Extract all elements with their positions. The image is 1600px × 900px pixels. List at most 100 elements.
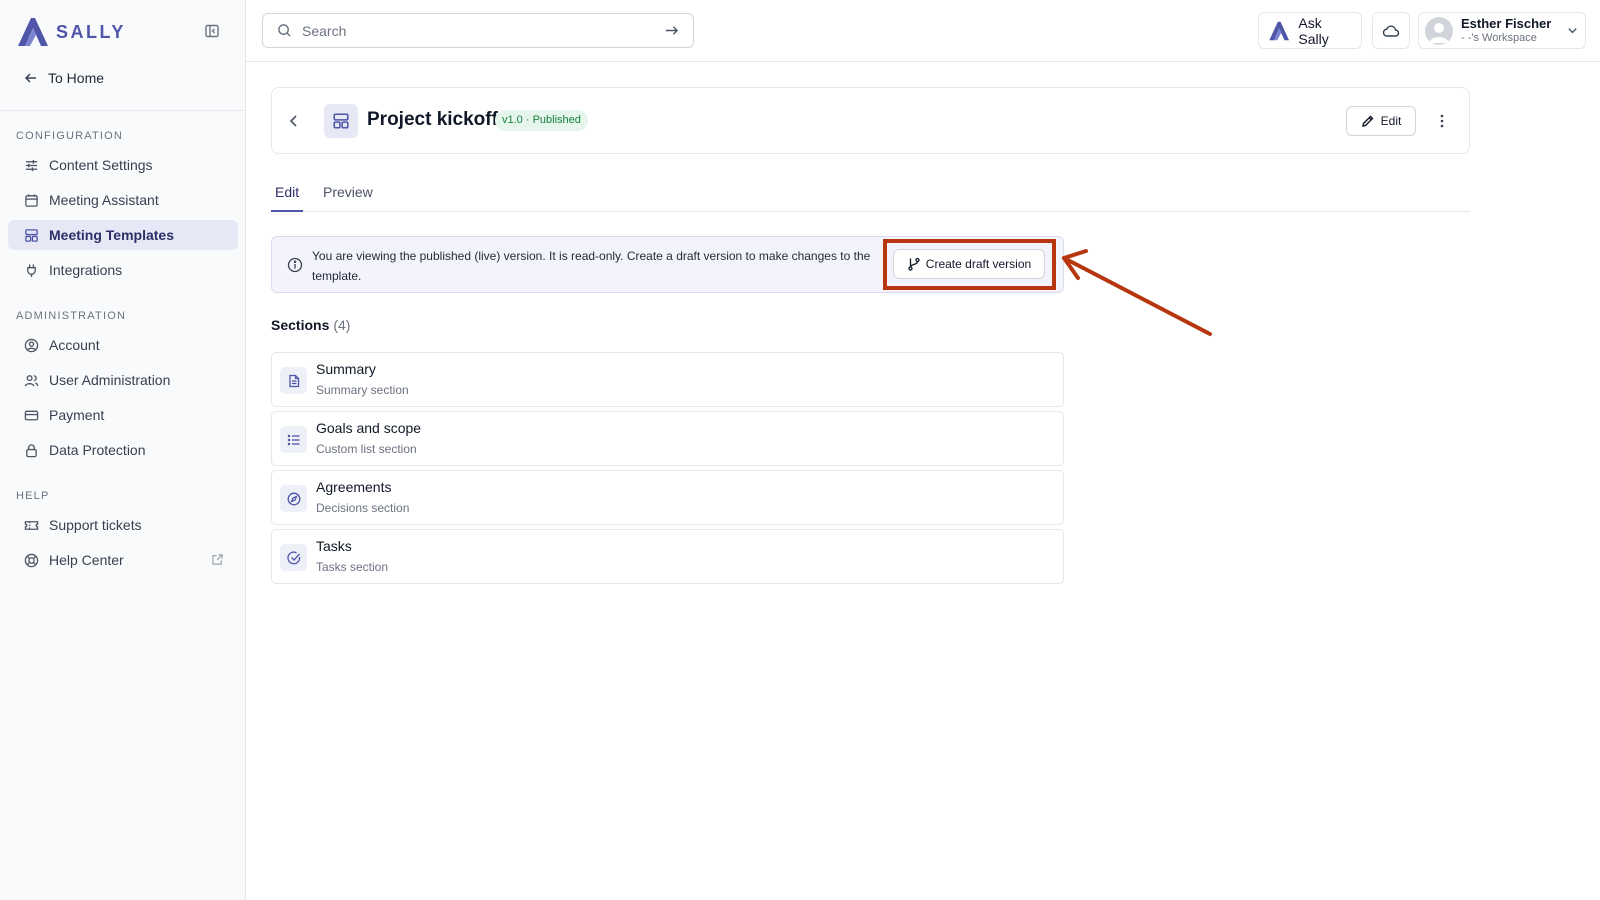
sidebar-item-integrations[interactable]: Integrations: [8, 255, 238, 285]
section-subtitle: Summary section: [316, 383, 409, 397]
credit-card-icon: [24, 410, 39, 420]
section-item-tasks[interactable]: Tasks Tasks section: [271, 529, 1064, 584]
status-badge: v1.0 · Published: [495, 110, 588, 131]
user-icon: [1429, 22, 1449, 43]
user-menu[interactable]: Esther Fischer - -'s Workspace: [1418, 12, 1586, 49]
cloud-icon: [1382, 25, 1400, 37]
edit-label: Edit: [1380, 114, 1402, 128]
sidebar-item-label: Account: [49, 337, 100, 353]
search-icon: [278, 24, 291, 37]
nav-heading: HELP: [16, 490, 50, 502]
check-circle-icon: [280, 544, 307, 571]
sidebar-item-account[interactable]: Account: [8, 330, 238, 360]
sidebar-item-user-administration[interactable]: User Administration: [8, 365, 238, 395]
section-subtitle: Tasks section: [316, 560, 389, 574]
nav-group-help: HELP Support tickets Help Center: [8, 488, 238, 580]
back-button[interactable]: [284, 111, 304, 131]
sally-logo[interactable]: SALLY: [16, 16, 126, 48]
sections-heading: Sections (4): [271, 317, 350, 333]
section-list: Summary Summary section Goals and scope …: [271, 352, 1064, 588]
life-buoy-icon: [24, 553, 39, 567]
chevron-down-icon: [1568, 28, 1577, 34]
search-box[interactable]: [262, 13, 694, 48]
annotation-highlight-box: [883, 239, 1056, 290]
section-item-goals-and-scope[interactable]: Goals and scope Custom list section: [271, 411, 1064, 466]
top-bar: Ask Sally Esther Fischer - -'s Workspace: [246, 0, 1600, 62]
calendar-icon: [25, 193, 38, 207]
sally-logo-icon: [1269, 21, 1290, 40]
sections-title: Sections: [271, 317, 330, 333]
list-icon: [280, 426, 307, 453]
user-circle-icon: [24, 338, 39, 352]
sidebar-item-label: Content Settings: [49, 157, 153, 173]
sync-cloud-button[interactable]: [1372, 12, 1410, 49]
layout-template-icon: [324, 104, 358, 138]
collapse-sidebar-icon[interactable]: [204, 23, 224, 43]
nav-group-administration: ADMINISTRATION Account User Administrati…: [8, 308, 238, 470]
page-title: Project kickoff: [367, 109, 498, 130]
sliders-icon: [25, 159, 38, 171]
sidebar-item-payment[interactable]: Payment: [8, 400, 238, 430]
user-name: Esther Fischer: [1461, 15, 1552, 31]
external-link-icon: [212, 554, 223, 565]
sally-logo-icon: [18, 18, 48, 46]
sidebar-item-label: Meeting Templates: [49, 227, 174, 243]
layout-template-icon: [25, 228, 38, 242]
search-input[interactable]: [302, 22, 654, 39]
lock-icon: [26, 443, 37, 457]
chevron-left-icon: [289, 115, 297, 127]
section-title: Summary: [316, 361, 376, 377]
tab-preview[interactable]: Preview: [323, 180, 373, 212]
section-title: Goals and scope: [316, 420, 422, 436]
brand-name: SALLY: [56, 21, 126, 42]
arrow-right-icon[interactable]: [664, 23, 679, 38]
edit-button[interactable]: Edit: [1346, 106, 1416, 136]
section-title: Agreements: [316, 479, 392, 495]
ask-sally-label: Ask Sally: [1298, 14, 1329, 47]
annotation-arrow: [1062, 249, 1212, 336]
sidebar-item-meeting-assistant[interactable]: Meeting Assistant: [8, 185, 238, 215]
workspace-name: - -'s Workspace: [1461, 31, 1537, 44]
more-options-button[interactable]: [1430, 109, 1454, 133]
sidebar-item-label: Meeting Assistant: [49, 192, 159, 208]
sidebar-item-content-settings[interactable]: Content Settings: [8, 150, 238, 180]
section-subtitle: Decisions section: [316, 501, 410, 515]
sidebar-item-data-protection[interactable]: Data Protection: [8, 435, 238, 465]
info-icon: [287, 257, 303, 273]
file-text-icon: [280, 367, 307, 394]
sidebar-item-meeting-templates[interactable]: Meeting Templates: [8, 220, 238, 250]
compass-icon: [280, 485, 307, 512]
sections-count: (4): [333, 317, 351, 333]
sidebar-item-label: Help Center: [49, 552, 124, 568]
ticket-icon: [24, 520, 39, 530]
section-title: Tasks: [316, 538, 352, 554]
sidebar-item-label: User Administration: [49, 372, 171, 388]
tab-bar: Edit Preview: [271, 180, 1470, 212]
ask-sally-button[interactable]: Ask Sally: [1258, 12, 1362, 49]
section-item-summary[interactable]: Summary Summary section: [271, 352, 1064, 407]
nav-group-configuration: CONFIGURATION Content Settings Meeting A…: [8, 128, 238, 290]
sidebar: SALLY To Home CONFIGURATION Content Sett…: [0, 0, 246, 900]
section-subtitle: Custom list section: [316, 442, 417, 456]
pencil-icon: [1361, 115, 1374, 127]
to-home-link[interactable]: To Home: [24, 66, 104, 90]
sidebar-item-help-center[interactable]: Help Center: [8, 545, 238, 575]
more-vertical-icon: [1440, 114, 1444, 128]
nav-heading: CONFIGURATION: [16, 130, 124, 142]
sidebar-item-label: Payment: [49, 407, 105, 423]
plug-icon: [27, 263, 36, 277]
avatar: [1425, 16, 1453, 45]
nav-heading: ADMINISTRATION: [16, 310, 127, 322]
sidebar-item-label: Integrations: [49, 262, 123, 278]
users-icon: [24, 374, 39, 386]
tab-edit[interactable]: Edit: [271, 180, 304, 212]
notice-text: You are viewing the published (live) ver…: [312, 249, 871, 283]
sidebar-divider: [0, 110, 245, 111]
section-item-agreements[interactable]: Agreements Decisions section: [271, 470, 1064, 525]
template-header: Project kickoff v1.0 · Published Edit: [271, 87, 1470, 154]
sidebar-item-label: Support tickets: [49, 517, 142, 533]
sidebar-item-label: Data Protection: [49, 442, 146, 458]
to-home-label: To Home: [48, 70, 105, 86]
arrow-left-icon: [24, 73, 36, 83]
sidebar-item-support-tickets[interactable]: Support tickets: [8, 510, 238, 540]
